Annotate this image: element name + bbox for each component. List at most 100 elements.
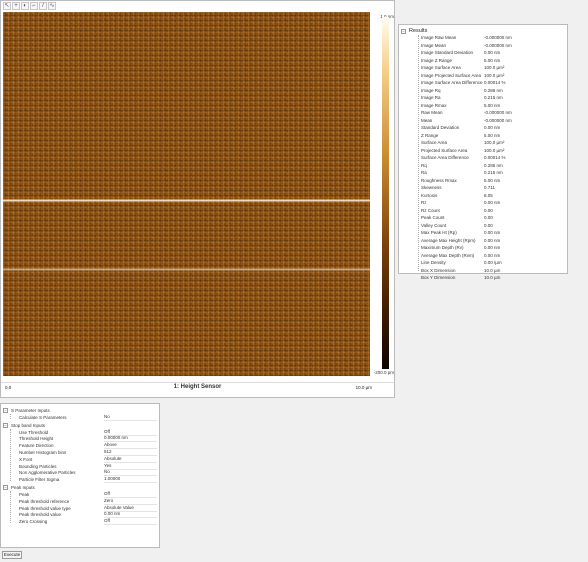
param-row: Bounding Particles Yes [19,463,157,470]
param-section-title: Stop band Inputs [11,422,46,428]
collapse-icon[interactable]: − [3,422,8,428]
result-value: 0.00 [484,215,493,221]
pointer-icon[interactable]: ↖ [3,2,11,10]
result-value: 0.215 nm [484,95,503,101]
parameter-inputs-panel: − S Parameter Inputs Calculate S Parameter… [0,403,160,548]
result-value: 0.00014 % [484,155,506,161]
param-value-field[interactable]: Off [104,518,157,526]
result-row: Rz Count 0.00 [421,207,567,215]
param-section-header[interactable]: − S Parameter Inputs [3,407,50,414]
result-label: Box Y Dimension [421,275,456,281]
result-label: Image Standard Deviation [421,50,474,56]
result-row: Rq 0.286 nm [421,162,567,170]
result-value: 5.00 nm [484,57,501,63]
line-icon[interactable]: / [39,2,47,10]
result-label: Standard Deviation [421,125,460,131]
result-value: 0.286 nm [484,162,503,168]
image-viewer-panel: ↖ + ◐ ⌐ / ∿ 1.0 nm -200.0 pm 0.0 1: Heig… [0,0,395,398]
result-label: Image Ra [421,95,441,101]
height-sensor-image[interactable] [3,12,370,376]
result-label: Mean [421,117,433,123]
collapse-icon[interactable]: − [401,28,406,34]
result-label: Average Max Height (Rpm) [421,237,476,243]
result-row: Max Peak Ht (Rp) 0.00 nm [421,229,567,237]
result-value: -0.000000 nm [484,110,512,116]
result-value: 0.00 nm [484,200,501,206]
result-label: Image Raw Mean [421,35,457,41]
param-label: Peak threshold value type [19,505,71,511]
result-row: Peak Count 0.00 [421,214,567,222]
tree-connector [10,428,11,482]
result-label: Image Rmax [421,102,447,108]
result-label: Z Range [421,132,439,138]
results-list: Image Raw Mean -0.000000 nm Image Mean -0.0… [421,34,567,282]
param-section-header[interactable]: − Stop band Inputs [3,422,45,429]
param-label: Bounding Particles [19,463,57,469]
result-label: Rq [421,162,427,168]
result-value: 5.00 nm [484,102,501,108]
result-label: Image Projected Surface Area [421,72,482,78]
result-label: Image Surface Area [421,65,461,71]
result-value: 0.00 [484,222,493,228]
result-row: Skewness 0.711 [421,184,567,192]
result-row: Kurtosis 8.05 [421,192,567,200]
result-label: Skewness [421,185,442,191]
result-row: Line Density 0.00 /µm [421,259,567,267]
result-value: -0.000000 nm [484,35,512,41]
result-label: Rz [421,200,427,206]
collapse-icon[interactable]: − [3,408,8,413]
param-row: Particle Filter Sigma 1.00000 [19,476,157,484]
param-label: Particle Filter Sigma [19,477,60,483]
result-label: Valley Count [421,222,447,228]
param-row: Peak threshold value type Absolute Value [19,505,157,512]
result-label: Rz Count [421,207,440,213]
result-row: Image Surface Area 100.0 µm² [421,64,567,72]
param-value-field[interactable]: No [104,414,157,421]
param-section-title: Peak Inputs [11,485,35,491]
param-label: Threshold Height [19,436,54,442]
result-row: Box Y Dimension 10.0 µm [421,274,567,282]
result-row: Image Ra 0.215 nm [421,94,567,102]
result-value: -0.000000 nm [484,42,512,48]
color-icon[interactable]: ◐ [21,2,29,10]
result-label: Peak Count [421,215,445,221]
colorbar [382,17,389,369]
param-row: Peak Off [19,491,157,498]
param-value-field[interactable]: 1.00000 [104,476,157,484]
result-value: -0.000000 nm [484,117,512,123]
tree-connector [10,414,11,419]
param-label: Feature Direction [19,443,54,449]
result-value: 0.00 nm [484,252,501,258]
execute-button[interactable]: Execute [2,551,22,559]
result-value: 0.215 nm [484,170,503,176]
result-value: 0.711 [484,185,495,191]
param-label: Zero Crossing [19,519,48,525]
collapse-icon[interactable]: − [3,485,8,491]
result-row: Mean -0.000000 nm [421,117,567,125]
param-row: Threshold Height 0.00000 nm [19,435,157,443]
param-label: Number Histogram bins [19,449,67,455]
param-row: Number Histogram bins 512 [19,449,157,456]
result-value: 100.0 µm² [484,140,505,146]
colorbar-min-label: -200.0 pm [373,370,394,375]
result-row: Average Max Height (Rpm) 0.00 nm [421,237,567,245]
param-label: X Font [19,456,33,462]
result-value: 0.00 nm [484,125,501,131]
zoom-icon[interactable]: + [12,2,20,10]
result-row: Image Mean -0.000000 nm [421,42,567,50]
result-value: 5.00 nm [484,177,501,183]
profile-icon[interactable]: ∿ [48,2,56,10]
result-label: Raw Mean [421,110,443,116]
param-section-header[interactable]: − Peak Inputs [3,484,35,491]
result-value: 0.00014 % [484,80,506,86]
tree-connector [10,491,11,524]
param-label: Use Threshold [19,429,49,435]
crop-icon[interactable]: ⌐ [30,2,38,10]
param-row: Use Threshold Off [19,429,157,436]
result-value: 10.0 µm [484,275,501,281]
result-label: Box X Dimension [421,267,456,273]
result-row: Image Rmax 5.00 nm [421,102,567,110]
result-label: Surface Area [421,140,448,146]
result-label: Kurtosis [421,192,438,198]
result-row: Raw Mean -0.000000 nm [421,109,567,117]
